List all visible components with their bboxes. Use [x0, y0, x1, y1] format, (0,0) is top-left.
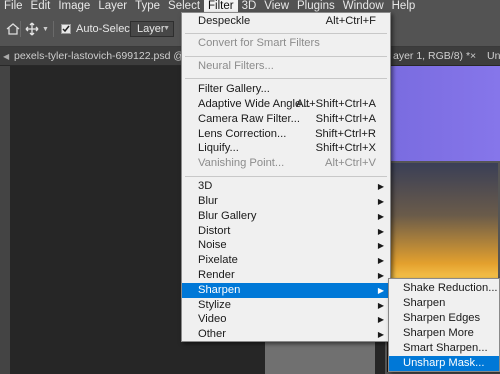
divider [53, 21, 54, 37]
submenu-arrow-icon: ▶ [377, 301, 384, 310]
submenu-arrow-icon: ▶ [377, 182, 384, 191]
menu-layer[interactable]: Layer [94, 0, 131, 13]
menu-item-label: Despeckle [198, 15, 251, 27]
sharpen-submenu: Shake Reduction... Sharpen Sharpen Edges… [388, 278, 500, 372]
menu-item-sharpen[interactable]: Sharpen ▶ [182, 283, 390, 298]
menu-edit[interactable]: Edit [27, 0, 55, 13]
menu-item-label: Neural Filters... [198, 60, 274, 72]
menu-item-label: Blur Gallery [198, 210, 257, 222]
menu-item-label: Shake Reduction... [403, 282, 498, 294]
submenu-item-sharpen-more[interactable]: Sharpen More [389, 326, 499, 341]
menu-item-label: Other [198, 328, 226, 340]
menu-item-label: Stylize [198, 299, 231, 311]
menu-item-distort[interactable]: Distort ▶ [182, 224, 390, 239]
auto-select-label: Auto-Select: [76, 23, 136, 35]
menu-item-noise[interactable]: Noise ▶ [182, 238, 390, 253]
menu-item-shortcut: Shift+Ctrl+R [315, 128, 376, 140]
menu-item-label: 3D [198, 180, 213, 192]
menu-item-camera-raw-filter[interactable]: Camera Raw Filter... Shift+Ctrl+A [182, 112, 390, 127]
menu-item-adaptive-wide-angle[interactable]: Adaptive Wide Angle... Alt+Shift+Ctrl+A [182, 97, 390, 112]
document-tab-secondary[interactable]: ayer 1, RGB/8) * [393, 50, 470, 62]
menu-item-shortcut: Shift+Ctrl+A [315, 113, 376, 125]
submenu-arrow-icon: ▶ [377, 286, 384, 295]
auto-select-dropdown[interactable]: Layer ▼ [130, 21, 174, 37]
menu-item-blur[interactable]: Blur ▶ [182, 194, 390, 209]
menu-item-liquify[interactable]: Liquify... Shift+Ctrl+X [182, 141, 390, 156]
menu-item-label: Sharpen [198, 284, 241, 296]
submenu-item-sharpen[interactable]: Sharpen [389, 296, 499, 311]
menu-item-label: Sharpen More [403, 327, 474, 339]
document-tab-third[interactable]: Un [487, 50, 500, 62]
menu-separator [185, 78, 387, 79]
menu-item-label: Blur [198, 195, 218, 207]
menu-item-vanishing-point: Vanishing Point... Alt+Ctrl+V [182, 156, 390, 171]
submenu-arrow-icon: ▶ [377, 227, 384, 236]
menu-item-label: Lens Correction... [198, 128, 287, 140]
menu-item-shortcut: Alt+Ctrl+F [325, 15, 376, 27]
submenu-item-sharpen-edges[interactable]: Sharpen Edges [389, 311, 499, 326]
tab-scroll-icon[interactable]: ◀ [3, 52, 9, 61]
menu-separator [185, 56, 387, 57]
home-icon[interactable] [6, 23, 20, 35]
close-icon[interactable]: × [470, 50, 476, 62]
menu-item-filter-gallery[interactable]: Filter Gallery... [182, 82, 390, 97]
menu-separator [185, 33, 387, 34]
menu-item-3d[interactable]: 3D ▶ [182, 179, 390, 194]
auto-select-checkbox[interactable] [61, 24, 71, 34]
submenu-item-shake-reduction[interactable]: Shake Reduction... [389, 281, 499, 296]
menu-item-convert-smart-filters: Convert for Smart Filters [182, 36, 390, 51]
submenu-arrow-icon: ▶ [377, 256, 384, 265]
menu-item-render[interactable]: Render ▶ [182, 268, 390, 283]
menu-item-label: Video [198, 313, 227, 325]
submenu-item-unsharp-mask[interactable]: Unsharp Mask... [389, 356, 499, 371]
menu-item-shortcut: Alt+Shift+Ctrl+A [296, 98, 376, 110]
tools-panel-edge [0, 66, 10, 374]
menu-item-lens-correction[interactable]: Lens Correction... Shift+Ctrl+R [182, 127, 390, 142]
menu-item-label: Noise [198, 239, 227, 251]
menu-item-pixelate[interactable]: Pixelate ▶ [182, 253, 390, 268]
menu-item-video[interactable]: Video ▶ [182, 312, 390, 327]
submenu-arrow-icon: ▶ [377, 315, 384, 324]
submenu-arrow-icon: ▶ [377, 330, 384, 339]
menu-item-label: Sharpen Edges [403, 312, 481, 324]
menu-help[interactable]: Help [388, 0, 420, 13]
menu-item-label: Vanishing Point... [198, 157, 285, 169]
chevron-down-icon: ▼ [163, 25, 170, 32]
menu-type[interactable]: Type [131, 0, 164, 13]
menu-item-label: Distort [198, 225, 231, 237]
menu-item-label: Filter Gallery... [198, 83, 270, 95]
submenu-arrow-icon: ▶ [377, 241, 384, 250]
menu-item-shortcut: Shift+Ctrl+X [315, 142, 376, 154]
auto-select-value: Layer [137, 23, 165, 35]
menu-item-label: Adaptive Wide Angle... [198, 98, 311, 110]
menu-item-shortcut: Alt+Ctrl+V [325, 157, 376, 169]
divider [20, 21, 21, 37]
move-tool-icon[interactable] [25, 22, 39, 36]
menu-item-label: Unsharp Mask... [403, 357, 485, 369]
chevron-down-icon[interactable]: ▼ [42, 26, 49, 33]
menu-separator [185, 176, 387, 177]
submenu-item-smart-sharpen[interactable]: Smart Sharpen... [389, 341, 499, 356]
menu-item-label: Pixelate [198, 254, 238, 266]
menu-file[interactable]: File [0, 0, 27, 13]
menu-item-label: Convert for Smart Filters [198, 37, 320, 49]
menu-item-label: Camera Raw Filter... [198, 113, 300, 125]
menu-item-neural-filters: Neural Filters... [182, 59, 390, 74]
menu-item-other[interactable]: Other ▶ [182, 327, 390, 342]
submenu-arrow-icon: ▶ [377, 212, 384, 221]
menu-item-label: Render [198, 269, 235, 281]
menu-item-blur-gallery[interactable]: Blur Gallery ▶ [182, 209, 390, 224]
filter-menu: Despeckle Alt+Ctrl+F Convert for Smart Fi… [181, 12, 391, 342]
menu-item-despeckle[interactable]: Despeckle Alt+Ctrl+F [182, 14, 390, 29]
submenu-arrow-icon: ▶ [377, 271, 384, 280]
menu-item-stylize[interactable]: Stylize ▶ [182, 298, 390, 313]
document-tab[interactable]: pexels-tyler-lastovich-699122.psd @ 10 [14, 50, 199, 62]
menu-image[interactable]: Image [54, 0, 94, 13]
menu-item-label: Liquify... [198, 142, 239, 154]
menu-item-label: Sharpen [403, 297, 446, 309]
submenu-arrow-icon: ▶ [377, 197, 384, 206]
menu-item-label: Smart Sharpen... [403, 342, 488, 354]
